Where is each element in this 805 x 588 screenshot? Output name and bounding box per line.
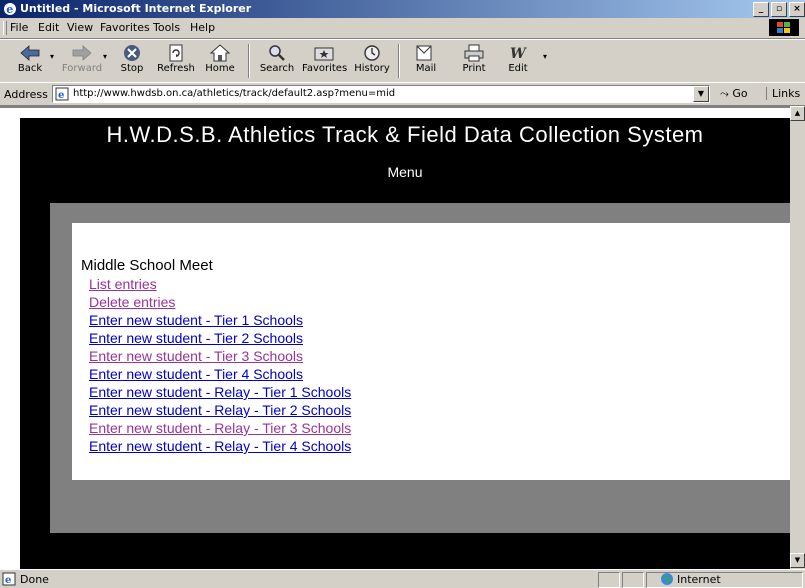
link-tier4[interactable]: Enter new student - Tier 4 Schools [89, 365, 351, 383]
link-delete-entries[interactable]: Delete entries [89, 293, 351, 311]
page-title: H.W.D.S.B. Athletics Track & Field Data … [106, 122, 704, 147]
address-input[interactable]: e http://www.hwdsb.on.ca/athletics/track… [52, 85, 710, 103]
stop-label: Stop [120, 63, 144, 74]
link-relay-tier1[interactable]: Enter new student - Relay - Tier 1 Schoo… [89, 383, 351, 401]
search-icon [269, 45, 285, 61]
link-tier3[interactable]: Enter new student - Tier 3 Schools [89, 347, 351, 365]
link-tier1[interactable]: Enter new student - Tier 1 Schools [89, 311, 351, 329]
forward-label: Forward [61, 63, 103, 74]
word-edit-icon: W [510, 46, 527, 62]
history-icon [364, 45, 380, 61]
stop-button[interactable]: Stop [110, 42, 154, 80]
menu-view[interactable]: View [67, 21, 93, 34]
address-label: Address [4, 88, 48, 101]
refresh-button[interactable]: Refresh [154, 42, 198, 80]
menu-favorites[interactable]: Favorites [100, 21, 150, 34]
refresh-label: Refresh [157, 63, 195, 74]
svg-text:e: e [5, 575, 11, 586]
mail-icon [416, 45, 432, 61]
history-button[interactable]: History [350, 42, 394, 80]
links-button[interactable]: Links [766, 87, 800, 100]
search-label: Search [259, 63, 295, 74]
menu-links: List entries Delete entries Enter new st… [89, 275, 351, 455]
address-bar: Address e http://www.hwdsb.on.ca/athleti… [0, 82, 805, 106]
print-button[interactable]: Print [452, 42, 496, 80]
menu-heading: Menu [387, 164, 423, 180]
print-label: Print [462, 63, 486, 74]
svg-text:e: e [6, 3, 13, 16]
ie-logo-icon: e [4, 3, 16, 16]
search-button[interactable]: Search [255, 42, 299, 80]
link-list-entries[interactable]: List entries [89, 275, 351, 293]
history-label: History [354, 63, 390, 74]
window-title: Untitled - Microsoft Internet Explorer [20, 2, 252, 15]
back-dropdown-icon[interactable]: ▾ [50, 52, 54, 61]
menu-edit[interactable]: Edit [38, 21, 59, 34]
status-pane [622, 572, 644, 588]
favorites-label: Favorites [302, 63, 348, 74]
toolbar-separator [248, 44, 250, 78]
go-label: Go [732, 87, 748, 100]
forward-arrow-icon [72, 45, 92, 61]
favorites-icon [314, 47, 334, 61]
vertical-scrollbar[interactable]: ▲ ▼ [790, 106, 805, 568]
svg-text:e: e [58, 90, 64, 101]
home-icon [209, 44, 231, 62]
page-frame: H.W.D.S.B. Athletics Track & Field Data … [20, 118, 790, 570]
page-content: H.W.D.S.B. Athletics Track & Field Data … [0, 106, 790, 570]
printer-icon [464, 44, 484, 62]
home-label: Home [205, 63, 235, 74]
menu-help[interactable]: Help [190, 21, 215, 34]
mail-label: Mail [415, 63, 437, 74]
link-relay-tier2[interactable]: Enter new student - Relay - Tier 2 Schoo… [89, 401, 351, 419]
svg-text:W: W [510, 46, 527, 62]
menu-panel: Middle School Meet List entries Delete e… [50, 203, 790, 533]
close-button[interactable]: × [789, 2, 805, 17]
menu-file[interactable]: File [10, 21, 28, 34]
page-icon: e [55, 87, 69, 101]
section-title: Middle School Meet [81, 257, 213, 274]
refresh-icon [169, 44, 183, 62]
zone-text: Internet [677, 572, 721, 586]
menu-grip [3, 21, 7, 35]
edit-dropdown-icon[interactable]: ▾ [543, 52, 547, 61]
minimize-button[interactable]: _ [753, 2, 769, 17]
link-relay-tier3[interactable]: Enter new student - Relay - Tier 3 Schoo… [89, 419, 351, 437]
scroll-down-button[interactable]: ▼ [790, 553, 805, 568]
menu-panel-body: Middle School Meet List entries Delete e… [72, 223, 790, 480]
link-relay-tier4[interactable]: Enter new student - Relay - Tier 4 Schoo… [89, 437, 351, 455]
mail-button[interactable]: Mail [404, 42, 448, 80]
address-url: http://www.hwdsb.on.ca/athletics/track/d… [73, 88, 396, 99]
edit-label: Edit [508, 63, 528, 74]
stop-icon [124, 45, 140, 61]
home-button[interactable]: Home [198, 42, 242, 80]
link-tier2[interactable]: Enter new student - Tier 2 Schools [89, 329, 351, 347]
title-bar: e Untitled - Microsoft Internet Explorer… [0, 0, 805, 18]
toolbar-separator [398, 44, 400, 78]
go-button[interactable]: ⤳ Go [720, 87, 748, 101]
status-bar: e Done Internet [0, 569, 805, 588]
back-label: Back [17, 63, 43, 74]
windows-logo-icon [769, 19, 799, 36]
back-arrow-icon [20, 45, 40, 61]
menu-tools[interactable]: Tools [153, 21, 180, 34]
go-arrow-icon: ⤳ [720, 87, 729, 100]
edit-button[interactable]: W Edit [496, 42, 540, 80]
page-done-icon: e [2, 572, 16, 586]
address-dropdown-button[interactable]: ▼ [693, 86, 709, 102]
status-text: Done [20, 572, 49, 586]
back-button[interactable]: Back [8, 42, 52, 80]
scroll-up-button[interactable]: ▲ [790, 106, 805, 121]
forward-dropdown-icon[interactable]: ▾ [103, 52, 107, 61]
restore-button[interactable]: ▫ [771, 2, 787, 17]
globe-icon [661, 573, 673, 585]
forward-button[interactable]: Forward [60, 42, 104, 80]
menu-bar: File Edit View Favorites Tools Help [0, 18, 805, 39]
standard-toolbar: Back ▾ Forward ▾ Stop Refresh Home Searc… [0, 39, 805, 83]
status-pane [598, 572, 620, 588]
favorites-button[interactable]: Favorites [302, 42, 348, 80]
